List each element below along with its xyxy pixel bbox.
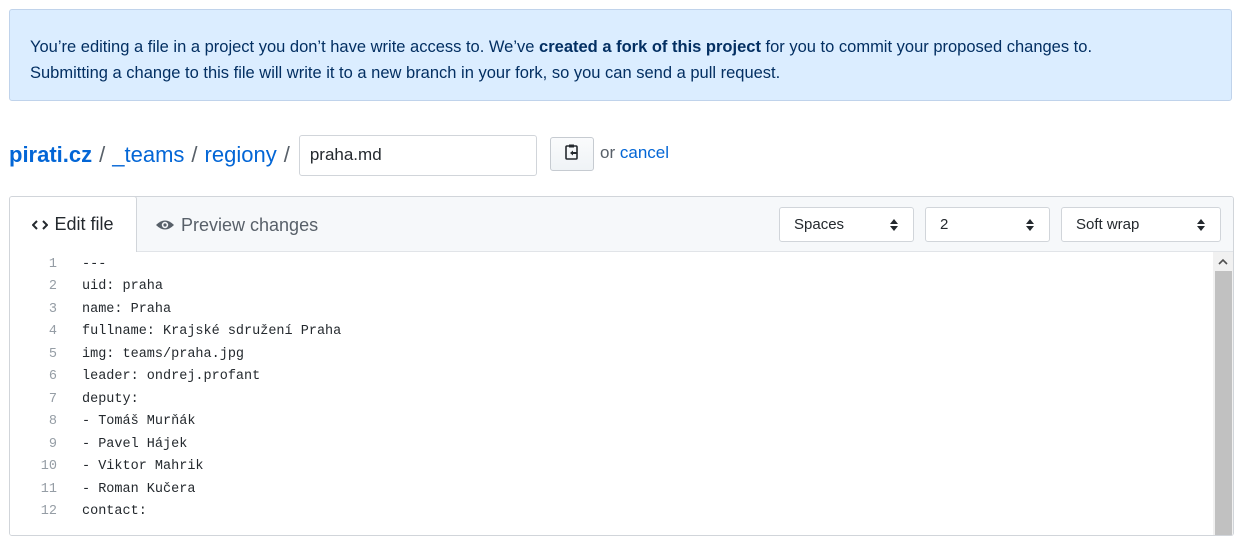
or-label: or <box>600 143 616 162</box>
select-arrows-icon <box>1196 218 1206 232</box>
line-number: 10 <box>40 459 57 475</box>
line-text: fullname: Krajské sdružení Praha <box>82 324 342 340</box>
line-text: name: Praha <box>82 301 172 317</box>
line-number: 8 <box>48 414 57 430</box>
code-line: 6 leader: ondrej.profant <box>10 366 260 389</box>
line-text: - Tomáš Murňák <box>82 414 196 430</box>
indent-size-select[interactable]: 2 <box>925 207 1050 242</box>
tab-preview-changes-label: Preview changes <box>181 214 319 235</box>
scroll-up-button[interactable] <box>1213 252 1233 270</box>
line-text: deputy: <box>82 391 139 407</box>
line-number: 4 <box>48 324 57 340</box>
line-number: 5 <box>48 346 57 362</box>
editor-scrollbar[interactable] <box>1213 252 1233 535</box>
fork-notice-banner: You’re editing a file in a project you d… <box>9 9 1232 101</box>
wrap-mode-select[interactable]: Soft wrap <box>1061 207 1221 242</box>
paste-filename-button[interactable] <box>550 137 594 171</box>
line-text: contact: <box>82 504 147 520</box>
code-icon <box>32 219 49 231</box>
editor-toolbar: Edit file Preview changes Spaces 2 Soft … <box>10 197 1233 252</box>
breadcrumb-regiony-link[interactable]: regiony <box>205 142 277 168</box>
line-number: 7 <box>48 391 57 407</box>
clipboard-icon <box>564 143 580 166</box>
code-line: 12 contact: <box>10 501 147 524</box>
cancel-area: or cancel <box>600 143 669 163</box>
chevron-up-icon <box>1218 252 1228 270</box>
fork-notice-line-2: Submitting a change to this file will wr… <box>30 64 781 82</box>
tab-edit-file[interactable]: Edit file <box>10 197 137 252</box>
line-text: --- <box>82 256 107 272</box>
line-number: 2 <box>48 279 57 295</box>
fork-notice-bold: created a fork of this project <box>539 38 761 56</box>
line-number: 9 <box>48 436 57 452</box>
line-number: 12 <box>40 504 57 520</box>
breadcrumb-repo-link[interactable]: pirati.cz <box>9 142 92 168</box>
line-text: - Roman Kučera <box>82 481 196 497</box>
tab-preview-changes[interactable]: Preview changes <box>155 211 318 239</box>
scrollbar-thumb[interactable] <box>1215 271 1232 535</box>
line-text: leader: ondrej.profant <box>82 369 261 385</box>
code-editor-area[interactable]: 1 --- 2 uid: praha 3 name: Praha 4 fullname:… <box>10 252 1233 535</box>
line-text: - Viktor Mahrik <box>82 459 204 475</box>
breadcrumb-separator: / <box>283 142 290 167</box>
filename-input[interactable] <box>298 134 537 176</box>
line-number: 1 <box>48 256 57 272</box>
file-editor: Edit file Preview changes Spaces 2 Soft … <box>9 196 1234 536</box>
breadcrumb-teams-link[interactable]: _teams <box>112 142 184 168</box>
select-arrows-icon <box>1025 218 1035 232</box>
line-number: 6 <box>48 369 57 385</box>
indent-mode-value: Spaces <box>794 216 845 233</box>
indent-mode-select[interactable]: Spaces <box>779 207 914 242</box>
code-line: 4 fullname: Krajské sdružení Praha <box>10 321 341 344</box>
breadcrumb: pirati.cz / _teams / regiony / <box>9 134 537 176</box>
breadcrumb-separator: / <box>191 142 198 167</box>
select-arrows-icon <box>889 218 899 232</box>
code-line: 7 deputy: <box>10 388 139 411</box>
fork-notice-text-1: You’re editing a file in a project you d… <box>30 38 540 56</box>
breadcrumb-separator: / <box>99 142 106 167</box>
cancel-link[interactable]: cancel <box>620 143 669 162</box>
code-line: 5 img: teams/praha.jpg <box>10 343 244 366</box>
line-text: uid: praha <box>82 279 164 295</box>
line-text: - Pavel Hájek <box>82 436 188 452</box>
code-line: 11 - Roman Kučera <box>10 478 196 501</box>
code-line: 1 --- <box>10 253 106 276</box>
code-line: 9 - Pavel Hájek <box>10 433 187 456</box>
indent-size-value: 2 <box>940 216 949 233</box>
tab-edit-file-label: Edit file <box>54 214 114 234</box>
line-text: img: teams/praha.jpg <box>82 346 245 362</box>
code-line: 2 uid: praha <box>10 276 163 299</box>
eye-icon <box>155 218 175 232</box>
code-line: 3 name: Praha <box>10 298 171 321</box>
line-number: 3 <box>48 301 57 317</box>
code-line: 10 - Viktor Mahrik <box>10 456 204 479</box>
fork-notice-text-2: for you to commit your proposed changes … <box>760 38 1093 56</box>
code-line: 8 - Tomáš Murňák <box>10 411 196 434</box>
wrap-mode-value: Soft wrap <box>1076 216 1140 233</box>
line-number: 11 <box>40 481 57 497</box>
